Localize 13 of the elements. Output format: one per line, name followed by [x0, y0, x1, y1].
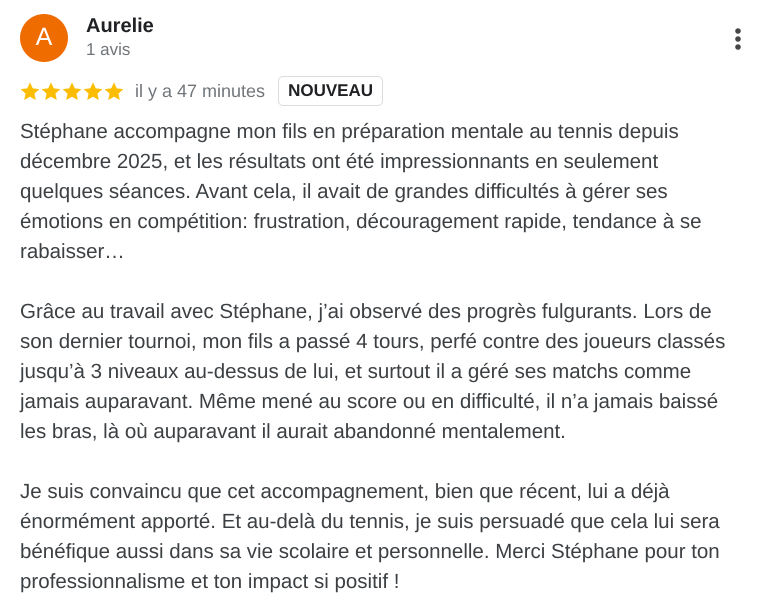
- review-count: 1 avis: [86, 39, 132, 61]
- star-icon: [62, 82, 82, 100]
- reviewer-name[interactable]: Aurelie: [86, 15, 154, 37]
- review-paragraph: Stéphane accompagne mon fils en préparation mentale au tennis depuis décembre 2025, et les résultats ont été impressionnants en seulement quelques séances. Avant cela, il avait de grandes difficultés à gérer ses émotions en compétition: frustration, découragement rapide, tendance à se rabaisser…: [20, 119, 702, 265]
- star-icon: [20, 82, 40, 100]
- review-paragraph: Je suis convaincu que cet accompagnement, bien que récent, lui a déjà énormément apporté. Et au-delà du tennis, je suis persuadé que cela lui sera bénéfique aussi dans sa vie scolaire et personnelle. Merci Stéphane pour ton professionnalisme et ton impact si positif !: [20, 479, 721, 595]
- review-time: il y a 47 minutes: [135, 80, 266, 103]
- review-paragraph: Grâce au travail avec Stéphane, j’ai observé des progrès fulgurants. Lors de son dernier tournoi, mon fils a passé 4 tours, perfé contre des joueurs classés jusqu’à 3 niveaux au-dessus de lui, et surtout il a géré ses matchs comme jamais auparavant. Même mené au score ou en difficulté, il n’a jamais baissé les bras, là où auparavant il aurait abandonné mentalement.: [20, 299, 726, 445]
- star-icon: [41, 82, 61, 100]
- star-icon: [104, 82, 124, 100]
- menu-icon: [735, 28, 741, 50]
- star-icon: [83, 82, 103, 100]
- new-badge: NOUVEAU: [278, 76, 384, 106]
